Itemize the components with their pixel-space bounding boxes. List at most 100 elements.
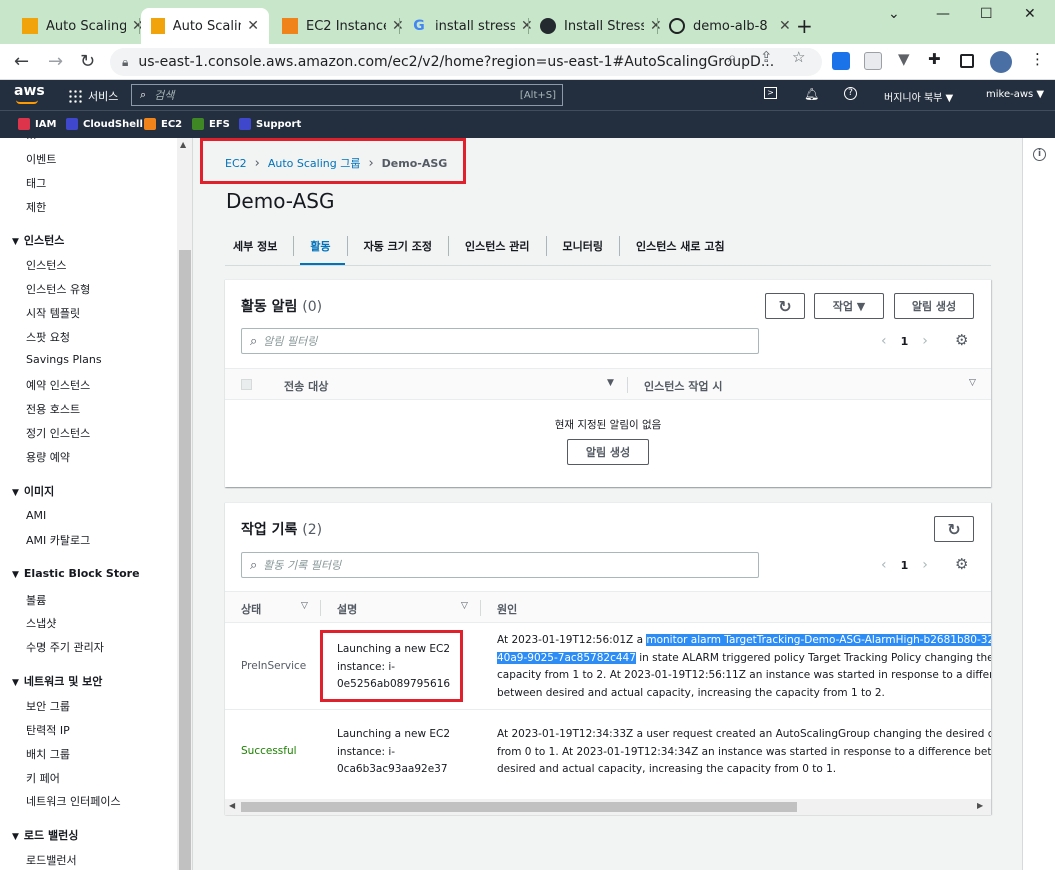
translate-extension-icon[interactable] <box>832 52 850 70</box>
horizontal-scroll-thumb[interactable] <box>241 802 797 812</box>
chevron-down-icon[interactable]: ⌄ <box>888 6 900 22</box>
zoom-icon[interactable]: ⌕ <box>728 48 736 66</box>
sidebar-item-network-interfaces[interactable]: 네트워크 인터페이스 <box>26 793 121 809</box>
services-menu[interactable]: 서비스 <box>68 88 118 104</box>
select-all-checkbox[interactable] <box>241 379 252 390</box>
vuejs-icon[interactable]: ▼ <box>898 50 910 68</box>
tab-instance-refresh[interactable]: 인스턴스 새로 고침 <box>636 228 725 264</box>
sort-icon[interactable]: ▽ <box>461 601 468 611</box>
share-icon[interactable]: ⇪ <box>760 48 773 66</box>
favorite-ec2[interactable]: EC2 <box>144 118 182 130</box>
maximize-icon[interactable]: ☐ <box>980 6 993 22</box>
sidebar-section-network-security[interactable]: ▼ 네트워크 및 보안 <box>12 673 102 689</box>
bookmark-star-icon[interactable]: ☆ <box>792 48 805 66</box>
search-input[interactable]: ⌕ 검색 [Alt+S] <box>131 84 563 106</box>
tab-instance-management[interactable]: 인스턴스 관리 <box>465 228 530 264</box>
help-icon[interactable]: ? <box>844 87 857 100</box>
sidebar-item-instance-types[interactable]: 인스턴스 유형 <box>26 281 90 297</box>
sidebar-section-images[interactable]: ▼ 이미지 <box>12 483 54 499</box>
sidebar-item-reserved-instances[interactable]: 예약 인스턴스 <box>26 377 90 393</box>
page-number[interactable]: 1 <box>901 335 909 348</box>
sidebar-item-snapshots[interactable]: 스냅샷 <box>26 615 56 631</box>
tab-details[interactable]: 세부 정보 <box>233 228 277 264</box>
favorite-cloudshell[interactable]: CloudShell <box>66 118 143 130</box>
sidepanel-icon[interactable] <box>960 54 974 68</box>
browser-tab[interactable]: Auto Scaling ✕ <box>12 8 154 44</box>
region-selector[interactable]: 버지니아 북부 ▼ <box>884 89 953 104</box>
browser-tab[interactable]: demo-alb-8 ✕ <box>659 8 801 44</box>
refresh-button[interactable]: ↻ <box>934 516 974 542</box>
create-notification-button[interactable]: 알림 생성 <box>894 293 974 319</box>
sidebar-item-capacity-reservations[interactable]: 용량 예약 <box>26 449 70 465</box>
avatar[interactable] <box>990 51 1012 73</box>
sidebar-item-limits[interactable]: 제한 <box>26 199 46 215</box>
back-icon[interactable]: ← <box>14 51 29 72</box>
menu-kebab-icon[interactable]: ⋮ <box>1030 50 1045 68</box>
close-tab-icon[interactable]: ✕ <box>247 18 259 34</box>
sidebar-section-load-balancing[interactable]: ▼ 로드 밸런싱 <box>12 827 78 843</box>
reload-icon[interactable]: ↻ <box>80 51 95 72</box>
page-number[interactable]: 1 <box>901 559 909 572</box>
puzzle-icon[interactable]: ✚ <box>928 50 941 68</box>
column-header-instance-action[interactable]: 인스턴스 작업 시 <box>644 378 723 394</box>
new-tab-icon[interactable]: + <box>796 14 813 38</box>
sidebar-item-tags[interactable]: 태그 <box>26 175 46 191</box>
sort-icon[interactable]: ▽ <box>301 601 308 611</box>
sidebar-item-placement-groups[interactable]: 배치 그룹 <box>26 746 70 762</box>
sidebar-section-instances[interactable]: ▼ 인스턴스 <box>12 232 64 248</box>
favorite-efs[interactable]: EFS <box>192 118 230 130</box>
gear-icon[interactable]: ⚙ <box>955 331 968 349</box>
browser-tab[interactable]: Install Stress ✕ <box>530 8 672 44</box>
close-window-icon[interactable]: ✕ <box>1024 6 1036 22</box>
tab-monitoring[interactable]: 모니터링 <box>563 228 603 264</box>
sidebar-section-ebs[interactable]: ▼ Elastic Block Store <box>12 567 140 580</box>
browser-tab-active[interactable]: Auto Scaling ✕ <box>141 8 269 44</box>
sidebar-item-events[interactable]: 이벤트 <box>26 151 56 167</box>
cloudshell-icon[interactable]: > <box>764 87 777 99</box>
sidebar-item-load-balancers[interactable]: 로드밸런서 <box>26 852 77 868</box>
sidebar-item-scheduled-instances[interactable]: 정기 인스턴스 <box>26 425 90 441</box>
browser-tab[interactable]: G install stress ✕ <box>401 8 543 44</box>
browser-tab[interactable]: EC2 Instance ✕ <box>272 8 414 44</box>
sidebar-item-ami[interactable]: AMI <box>26 509 46 522</box>
sidebar-item-volumes[interactable]: 볼륨 <box>26 592 46 608</box>
column-header-target[interactable]: 전송 대상 <box>284 378 328 394</box>
refresh-button[interactable]: ↻ <box>765 293 805 319</box>
scroll-up-arrow-icon[interactable]: ▲ <box>180 140 186 149</box>
sidebar-item-security-groups[interactable]: 보안 그룹 <box>26 698 70 714</box>
sort-icon[interactable]: ▽ <box>969 378 976 388</box>
notification-filter-input[interactable]: ⌕ 알림 필터링 <box>241 328 759 354</box>
account-menu[interactable]: mike-aws ▼ <box>986 89 1044 100</box>
sidebar-item-savings-plans[interactable]: Savings Plans <box>26 353 102 366</box>
favorite-support[interactable]: Support <box>239 118 301 130</box>
sidebar-item-ami-catalog[interactable]: AMI 카탈로그 <box>26 532 90 548</box>
sidebar-scroll-thumb[interactable] <box>179 250 191 870</box>
chevron-right-icon[interactable]: › <box>922 557 928 573</box>
sidebar-item-key-pairs[interactable]: 키 페어 <box>26 770 60 786</box>
info-icon[interactable]: i <box>1033 148 1046 161</box>
column-header-status[interactable]: 상태 <box>241 601 261 617</box>
sidebar-item-instances[interactable]: 인스턴스 <box>26 257 66 273</box>
chevron-right-icon[interactable]: › <box>922 333 928 349</box>
sidebar-item-dedicated-hosts[interactable]: 전용 호스트 <box>26 401 80 417</box>
horizontal-scrollbar[interactable]: ◀ ▶ <box>225 799 991 815</box>
aws-logo[interactable]: aws <box>14 83 45 99</box>
sidebar-item-lifecycle-manager[interactable]: 수명 주기 관리자 <box>26 639 104 655</box>
gear-icon[interactable]: ⚙ <box>955 555 968 573</box>
tab-activity[interactable]: 활동 <box>300 228 345 266</box>
chevron-left-icon[interactable]: ‹ <box>881 333 887 349</box>
sidebar-item-spot-requests[interactable]: 스팟 요청 <box>26 329 70 345</box>
history-filter-input[interactable]: ⌕ 활동 기록 필터링 <box>241 552 759 578</box>
tab-automatic-scaling[interactable]: 자동 크기 조정 <box>364 228 432 264</box>
chevron-left-icon[interactable]: ‹ <box>881 557 887 573</box>
column-header-description[interactable]: 설명 <box>337 601 357 617</box>
sidebar-item-elastic-ips[interactable]: 탄력적 IP <box>26 722 70 738</box>
column-header-cause[interactable]: 원인 <box>497 601 517 617</box>
sidebar-item-clipped[interactable]: ··· <box>26 138 37 145</box>
sidebar-item-launch-templates[interactable]: 시작 템플릿 <box>26 305 80 321</box>
sort-icon[interactable]: ▼ <box>607 378 614 388</box>
scroll-right-arrow-icon[interactable]: ▶ <box>977 801 983 810</box>
scroll-left-arrow-icon[interactable]: ◀ <box>229 801 235 810</box>
forward-icon[interactable]: → <box>48 51 63 72</box>
bell-icon[interactable]: 🔔︎ <box>804 87 819 101</box>
